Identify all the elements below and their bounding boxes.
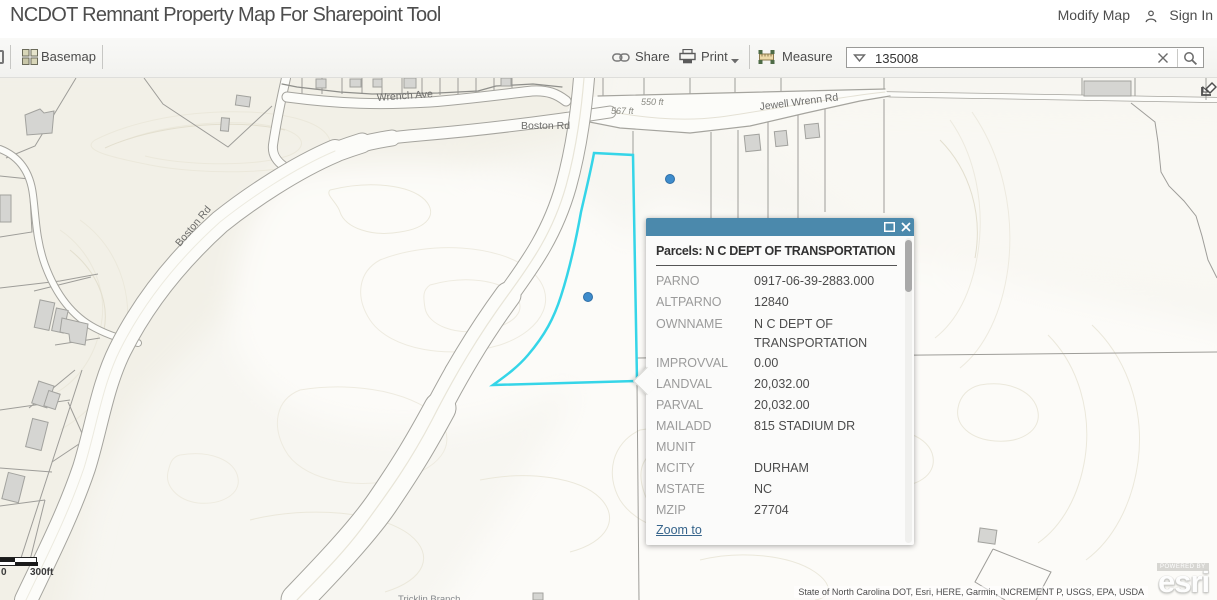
svg-text:550 ft: 550 ft (641, 97, 664, 107)
svg-text:Boston Rd: Boston Rd (521, 120, 570, 132)
svg-text:Tricklin Branch: Tricklin Branch (398, 594, 460, 600)
svg-text:567 ft: 567 ft (611, 106, 634, 116)
